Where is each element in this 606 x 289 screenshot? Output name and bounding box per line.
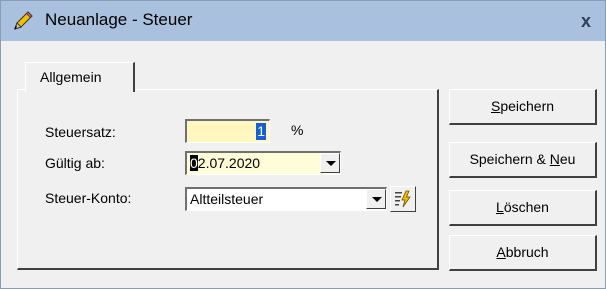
close-button[interactable]: x (569, 5, 603, 37)
window-title: Neuanlage - Steuer (45, 10, 193, 29)
title-bar[interactable]: Neuanlage - Steuer x (1, 1, 605, 41)
text-cursor: 0 (190, 155, 198, 171)
chevron-down-icon[interactable] (320, 153, 340, 173)
valid-from-label: Gültig ab: (45, 155, 105, 171)
chevron-down-icon[interactable] (366, 189, 386, 209)
valid-from-value: 02.07.2020 (190, 155, 260, 172)
rate-value: 1 (256, 123, 266, 140)
tab-panel (17, 89, 439, 270)
tab-label: Allgemein (40, 69, 102, 85)
rate-label: Steuersatz: (45, 124, 116, 140)
rate-input[interactable]: 1 (185, 119, 270, 143)
rate-unit: % (291, 122, 304, 138)
valid-from-rest: 2.07.2020 (197, 155, 261, 171)
pencil-icon (14, 11, 33, 30)
account-label: Steuer-Konto: (45, 190, 132, 206)
save-and-new-button[interactable]: Speichern & Neu (449, 142, 597, 178)
tab-allgemein[interactable]: Allgemein (25, 62, 135, 92)
account-dropdown[interactable]: Altteilsteuer (185, 187, 387, 211)
cancel-button[interactable]: Abbruch (449, 235, 597, 271)
save-button[interactable]: Speichern (449, 89, 597, 125)
delete-button[interactable]: Löschen (449, 190, 597, 226)
valid-from-dropdown[interactable]: 02.07.2020 (185, 151, 341, 175)
lightning-edit-icon (395, 190, 411, 208)
account-value: Altteilsteuer (190, 191, 264, 207)
account-edit-button[interactable] (390, 186, 416, 212)
dialog-window: Neuanlage - Steuer x Allgemein Steuersat… (0, 0, 606, 289)
